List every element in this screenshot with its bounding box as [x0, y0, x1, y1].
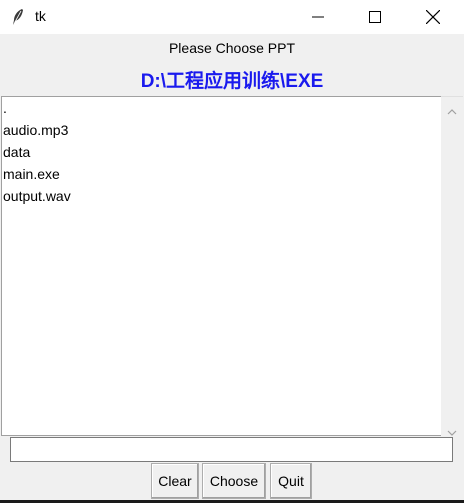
title-bar[interactable]: tk	[0, 0, 464, 34]
window-title: tk	[35, 8, 46, 24]
feather-icon	[10, 8, 26, 26]
prompt-label: Please Choose PPT	[168, 40, 296, 56]
scroll-up-arrow-icon[interactable]	[447, 101, 457, 115]
clear-button[interactable]: Clear	[151, 463, 199, 499]
maximize-icon	[369, 11, 381, 23]
minimize-button[interactable]	[295, 0, 341, 34]
path-entry[interactable]	[10, 437, 453, 462]
list-item[interactable]: output.wav	[2, 185, 441, 207]
close-icon	[426, 10, 440, 24]
choose-button[interactable]: Choose	[202, 463, 266, 499]
list-item[interactable]: .	[2, 97, 441, 119]
tk-window: tk Please Choose PPT D:\工程应用训练\EXE . aud…	[0, 0, 464, 503]
close-button[interactable]	[410, 0, 456, 34]
quit-button[interactable]: Quit	[270, 463, 312, 499]
list-item[interactable]: audio.mp3	[2, 119, 441, 141]
file-listbox[interactable]: . audio.mp3 data main.exe output.wav	[1, 96, 441, 436]
minimize-icon	[312, 16, 324, 18]
scroll-down-arrow-icon[interactable]	[447, 422, 457, 436]
list-item[interactable]: data	[2, 141, 441, 163]
maximize-button[interactable]	[352, 0, 398, 34]
list-item[interactable]: main.exe	[2, 163, 441, 185]
vertical-scrollbar[interactable]	[441, 96, 463, 436]
current-path-label: D:\工程应用训练\EXE	[140, 71, 324, 92]
